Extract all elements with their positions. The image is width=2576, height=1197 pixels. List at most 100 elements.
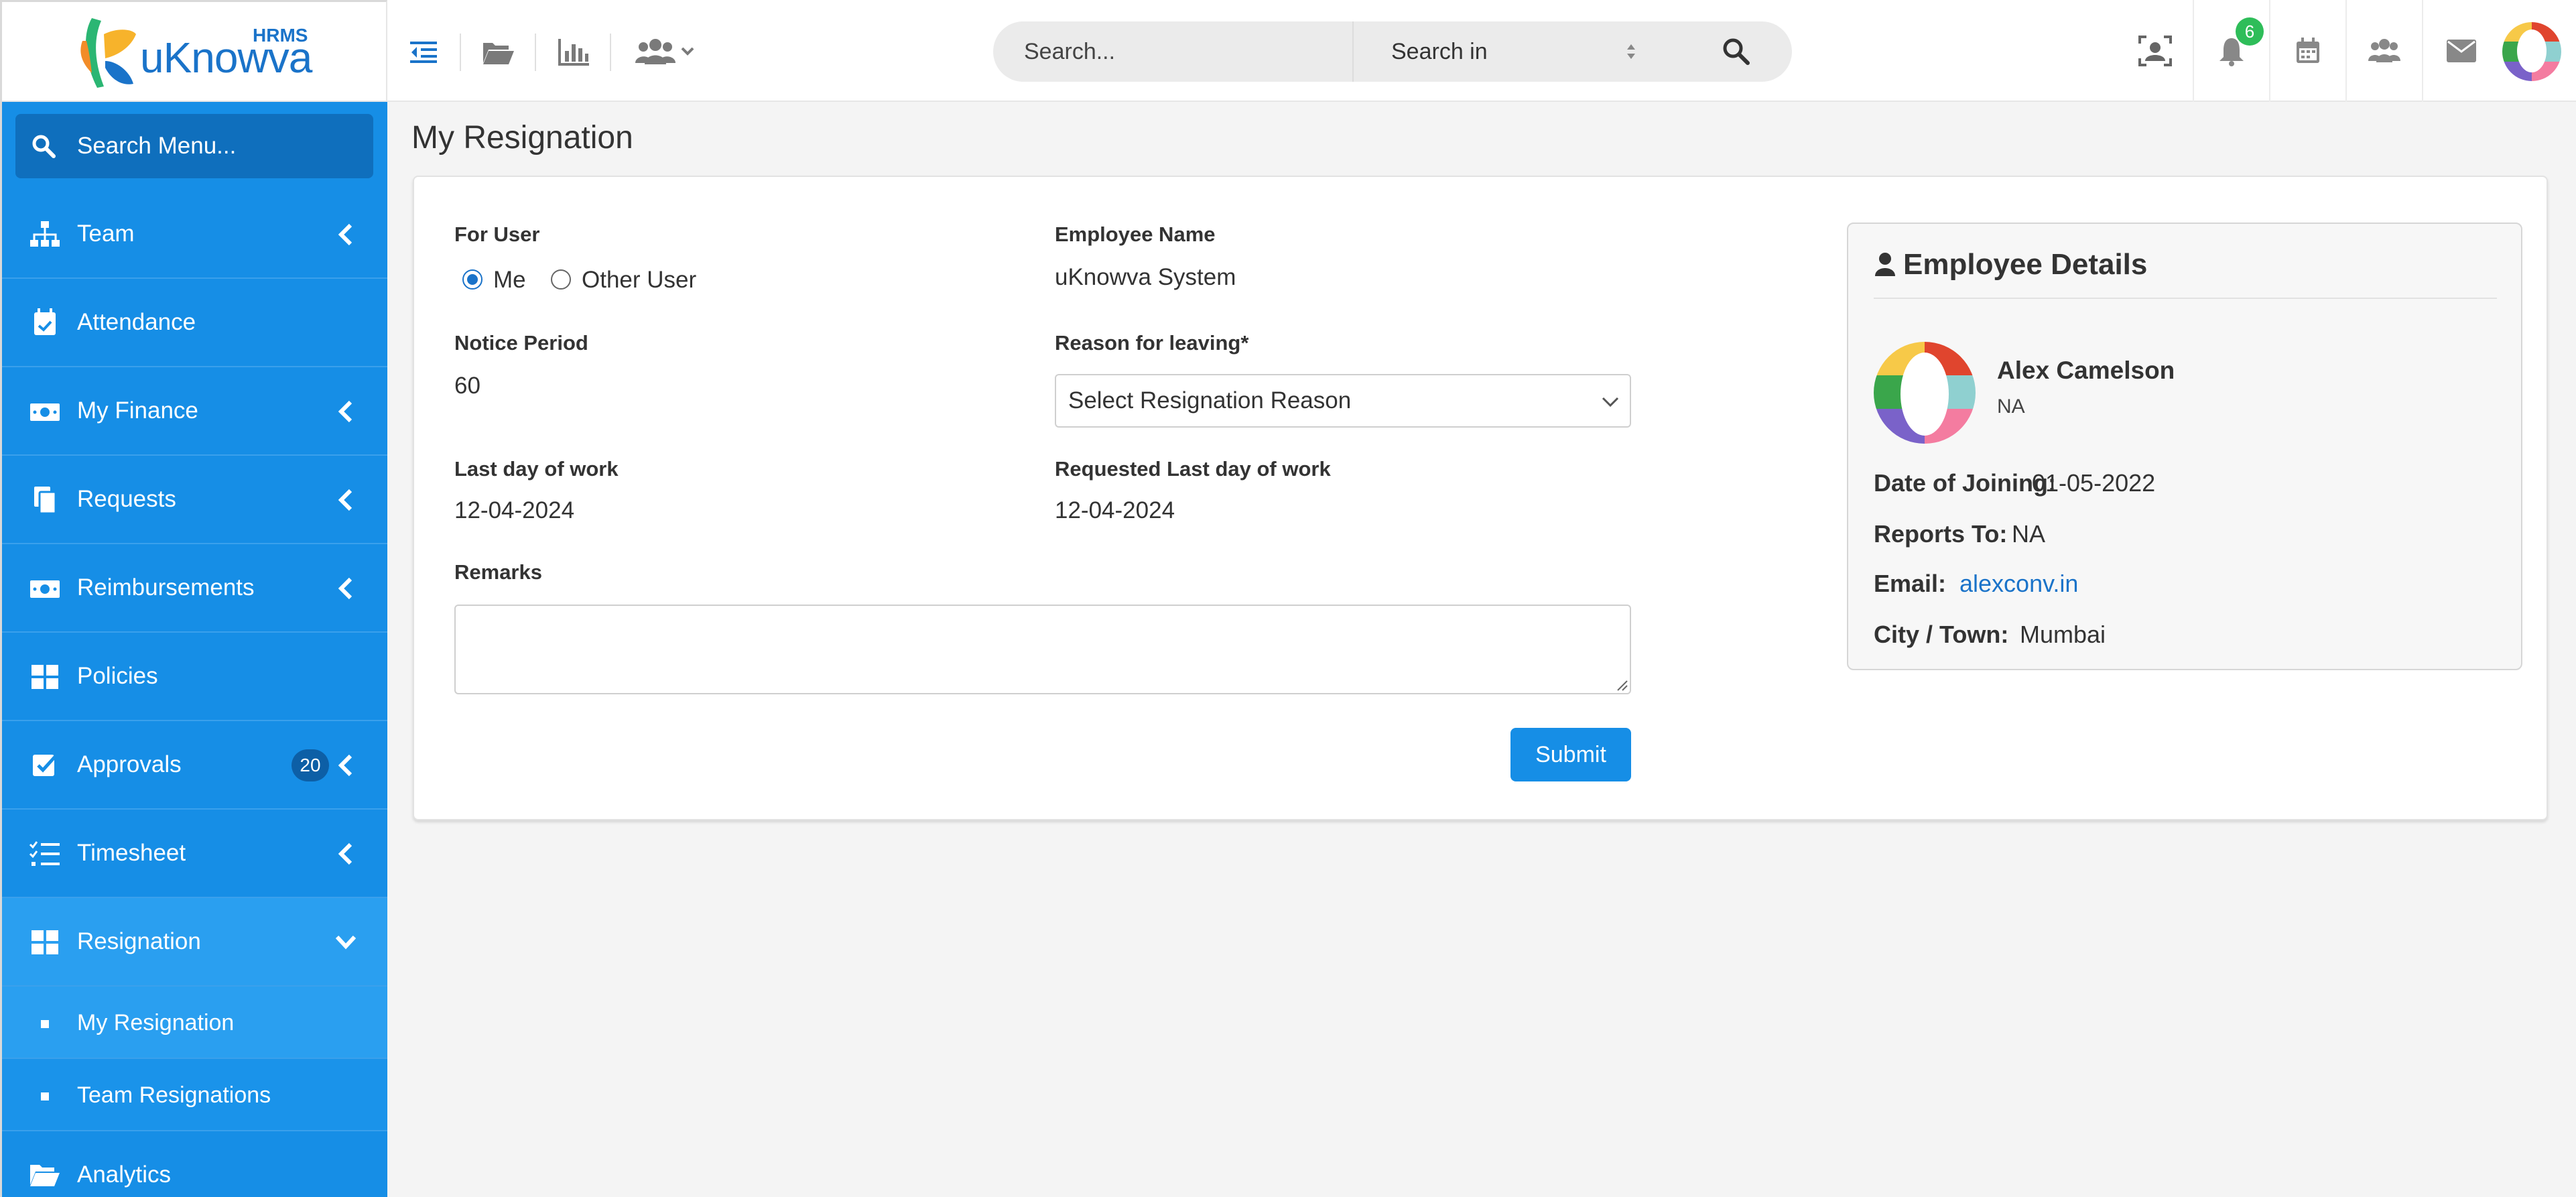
sidebar-item-team[interactable]: Team — [2, 190, 387, 279]
top-header: uKnowva HRMS Search in 6 — [0, 0, 2576, 102]
copy-icon — [34, 487, 57, 515]
sidebar-item-label: Resignation — [77, 928, 201, 954]
city-label: City / Town: — [1874, 621, 2009, 648]
remarks-textarea[interactable] — [454, 605, 1631, 694]
sidebar-item-policies[interactable]: Policies — [2, 633, 387, 721]
sidebar-subitem-label: My Resignation — [77, 1010, 235, 1035]
user-icon — [1875, 253, 1895, 276]
face-scan-icon[interactable] — [2118, 0, 2194, 102]
employee-details-title: Employee Details — [1903, 248, 2148, 281]
radio-me[interactable] — [462, 269, 482, 290]
notice-period-value: 60 — [454, 373, 480, 399]
envelope-icon[interactable] — [2423, 0, 2500, 102]
chevron-down-icon — [336, 935, 356, 950]
employee-name-label: Employee Name — [1055, 223, 1216, 246]
reason-label: Reason for leaving* — [1055, 331, 1249, 355]
sidebar-item-approvals[interactable]: Approvals 20 — [2, 721, 387, 810]
folder-open-icon — [30, 1165, 60, 1186]
search-input[interactable] — [1024, 21, 1359, 82]
last-day-label: Last day of work — [454, 457, 619, 481]
divider — [1874, 298, 2497, 299]
sidebar-subitem-team-resignations[interactable]: Team Resignations — [2, 1059, 387, 1131]
sidebar-item-my-finance[interactable]: My Finance — [2, 367, 387, 456]
calendar-icon[interactable] — [2270, 0, 2347, 102]
employee-avatar — [1874, 342, 1976, 444]
sidebar-item-label: Timesheet — [77, 840, 186, 866]
reason-select[interactable]: Select Resignation Reason — [1055, 374, 1631, 428]
team-icon[interactable] — [2347, 0, 2423, 102]
toolbar-divider — [610, 34, 611, 71]
remarks-label: Remarks — [454, 560, 542, 584]
sidebar-item-label: Policies — [77, 663, 158, 689]
header-actions: 6 — [2118, 0, 2500, 102]
approvals-count-badge: 20 — [292, 749, 329, 781]
butterfly-logo-icon — [80, 18, 136, 88]
employee-designation: NA — [1997, 395, 2025, 418]
sidebar-item-label: My Finance — [77, 397, 198, 424]
search-icon — [32, 135, 56, 158]
check-square-icon — [33, 755, 57, 776]
doj-value: 01-05-2022 — [2032, 469, 2156, 497]
chevron-left-icon — [338, 842, 352, 865]
radio-other-user-label[interactable]: Other User — [582, 267, 696, 294]
money-icon — [30, 580, 60, 598]
chevron-left-icon — [338, 489, 352, 511]
calendar-check-icon — [34, 308, 56, 335]
sidebar-menu: Team Attendance My Finance Requests Reim… — [2, 190, 387, 1197]
sidebar-item-label: Approvals — [77, 751, 182, 777]
email-label: Email: — [1874, 570, 1947, 597]
sidebar-item-attendance[interactable]: Attendance — [2, 279, 387, 367]
chevron-down-icon — [1602, 397, 1619, 407]
notice-period-label: Notice Period — [454, 331, 588, 355]
users-dropdown-icon[interactable] — [631, 35, 698, 70]
radio-me-label[interactable]: Me — [493, 267, 526, 294]
chevron-left-icon — [338, 223, 352, 246]
toolbar-divider — [535, 34, 536, 71]
sidebar-subitem-label: Team Resignations — [77, 1082, 271, 1108]
sidebar-item-label: Team — [77, 220, 135, 247]
employee-name: Alex Camelson — [1997, 357, 2175, 384]
email-link[interactable]: alexconv.in — [1959, 570, 2078, 598]
grid-icon — [31, 930, 58, 954]
search-icon[interactable] — [1721, 36, 1752, 67]
sidebar-item-label: Requests — [77, 486, 176, 512]
doj-label: Date of Joining: — [1874, 469, 2056, 497]
menu-collapse-icon[interactable] — [406, 35, 441, 70]
sidebar-subitem-my-resignation[interactable]: My Resignation — [2, 987, 387, 1059]
sidebar-item-analytics[interactable]: Analytics — [2, 1131, 387, 1197]
sidebar-item-label: Reimbursements — [77, 574, 255, 601]
for-user-label: For User — [454, 223, 540, 246]
requested-last-day-value[interactable]: 12-04-2024 — [1055, 497, 1175, 524]
sidebar: Search Menu... Team Attendance My Financ… — [0, 102, 387, 1197]
bell-icon[interactable]: 6 — [2194, 0, 2270, 102]
folder-open-icon[interactable] — [481, 35, 516, 70]
global-search: Search in — [993, 21, 1792, 82]
search-divider — [1352, 21, 1354, 82]
submit-button[interactable]: Submit — [1510, 728, 1631, 781]
brand-logo[interactable]: uKnowva HRMS — [0, 0, 387, 102]
search-in-select[interactable]: Search in — [1391, 21, 1488, 82]
sidebar-item-reimbursements[interactable]: Reimbursements — [2, 544, 387, 633]
sidebar-item-resignation[interactable]: Resignation — [2, 898, 387, 987]
requested-last-day-label: Requested Last day of work — [1055, 457, 1331, 481]
sitemap-icon — [30, 221, 60, 247]
resize-grip-icon[interactable] — [1614, 677, 1628, 692]
resignation-form-card: For User Me Other User Employee Name uKn… — [413, 176, 2548, 820]
user-avatar[interactable] — [2497, 21, 2567, 82]
chevron-left-icon — [338, 577, 352, 600]
sidebar-item-requests[interactable]: Requests — [2, 456, 387, 544]
toolbar-icons — [406, 34, 730, 71]
radio-other-user[interactable] — [551, 269, 571, 290]
sidebar-item-timesheet[interactable]: Timesheet — [2, 810, 387, 898]
employee-name-value: uKnowva System — [1055, 264, 1236, 290]
page-title: My Resignation — [411, 120, 633, 155]
brand-tag: HRMS — [253, 25, 308, 46]
last-day-value: 12-04-2024 — [454, 497, 575, 523]
select-arrows-icon[interactable] — [1624, 40, 1638, 63]
grid-icon — [31, 665, 58, 689]
reports-to-label: Reports To: — [1874, 520, 2008, 548]
sidebar-search[interactable]: Search Menu... — [15, 114, 373, 178]
list-check-icon — [29, 841, 60, 866]
bar-chart-icon[interactable] — [556, 35, 591, 70]
sidebar-item-label: Analytics — [77, 1161, 172, 1188]
